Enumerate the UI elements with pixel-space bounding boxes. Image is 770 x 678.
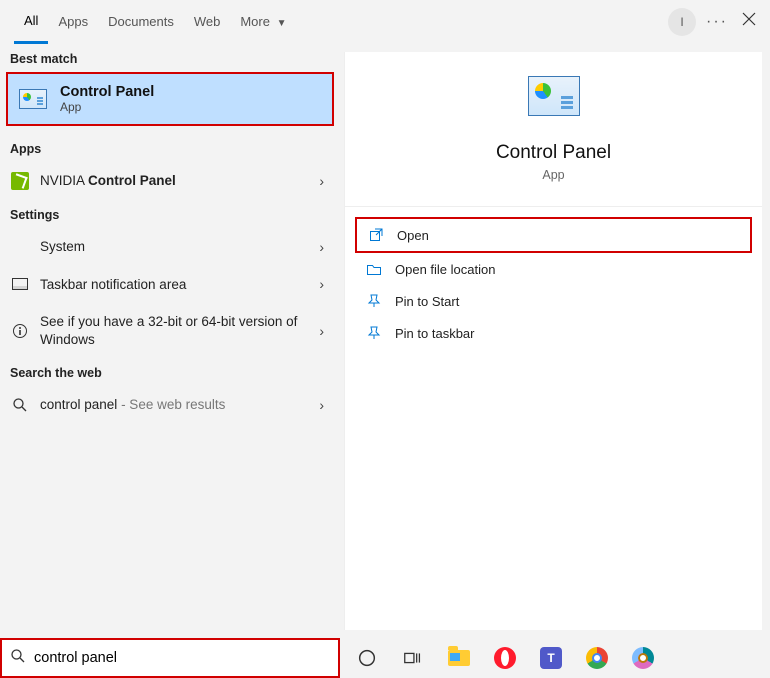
action-open[interactable]: Open	[355, 217, 752, 253]
preview-pane: Control Panel App Open Open file locatio…	[344, 52, 762, 630]
close-button[interactable]	[742, 12, 756, 31]
control-panel-icon	[528, 76, 580, 116]
pin-icon	[365, 325, 383, 341]
tab-apps[interactable]: Apps	[48, 0, 98, 44]
best-match-item[interactable]: Control Panel App	[6, 72, 334, 126]
section-best-match: Best match	[0, 44, 340, 72]
tab-more[interactable]: More ▼	[230, 0, 296, 44]
section-search-web: Search the web	[0, 358, 340, 386]
pin-icon	[365, 293, 383, 309]
main-area: Best match Control Panel App Apps NVIDIA…	[0, 44, 770, 638]
section-apps: Apps	[0, 134, 340, 162]
tab-web[interactable]: Web	[184, 0, 231, 44]
cortana-icon[interactable]	[354, 645, 380, 671]
avatar[interactable]: I	[668, 8, 696, 36]
chevron-right-icon: ›	[319, 397, 330, 413]
taskbar: T	[340, 638, 770, 678]
file-explorer-icon[interactable]	[446, 645, 472, 671]
action-open-file-location[interactable]: Open file location	[355, 253, 752, 285]
best-match-subtitle: App	[60, 100, 154, 114]
search-box[interactable]	[0, 638, 340, 678]
search-icon	[10, 397, 30, 413]
chrome-canary-icon[interactable]	[630, 645, 656, 671]
info-icon	[10, 323, 30, 339]
scope-tabs: All Apps Documents Web More ▼ I ···	[0, 0, 770, 44]
action-label: Pin to taskbar	[395, 326, 475, 341]
nvidia-icon	[10, 172, 30, 190]
teams-icon[interactable]: T	[538, 645, 564, 671]
results-pane: Best match Control Panel App Apps NVIDIA…	[0, 44, 340, 638]
tab-more-label: More	[240, 14, 270, 29]
folder-icon	[365, 261, 383, 277]
control-panel-icon	[18, 87, 48, 111]
web-result-label: control panel - See web results	[40, 396, 313, 414]
chevron-right-icon: ›	[319, 239, 330, 255]
taskbar-icon	[10, 278, 30, 290]
settings-result-32-64-bit[interactable]: See if you have a 32-bit or 64-bit versi…	[0, 303, 340, 358]
preview-subtitle: App	[345, 168, 762, 207]
chevron-right-icon: ›	[319, 173, 330, 189]
settings-result-taskbar-notification-area[interactable]: Taskbar notification area ›	[0, 266, 340, 304]
chrome-icon[interactable]	[584, 645, 610, 671]
bottom-bar: T	[0, 638, 770, 678]
tab-documents[interactable]: Documents	[98, 0, 184, 44]
chevron-down-icon: ▼	[277, 18, 287, 29]
open-icon	[367, 227, 385, 243]
preview-title: Control Panel	[345, 142, 762, 164]
action-label: Open file location	[395, 262, 495, 277]
section-settings: Settings	[0, 200, 340, 228]
opera-icon[interactable]	[492, 645, 518, 671]
start-search-window: All Apps Documents Web More ▼ I ··· Best…	[0, 0, 770, 678]
task-view-icon[interactable]	[400, 645, 426, 671]
action-pin-to-taskbar[interactable]: Pin to taskbar	[355, 317, 752, 349]
options-button[interactable]: ···	[706, 13, 728, 31]
chevron-right-icon: ›	[319, 323, 330, 339]
action-label: Open	[397, 228, 429, 243]
app-result-nvidia-control-panel[interactable]: NVIDIA Control Panel ›	[0, 162, 340, 200]
chevron-right-icon: ›	[319, 276, 330, 292]
action-pin-to-start[interactable]: Pin to Start	[355, 285, 752, 317]
settings-result-label: Taskbar notification area	[40, 276, 313, 294]
action-label: Pin to Start	[395, 294, 459, 309]
settings-result-system[interactable]: System ›	[0, 228, 340, 266]
search-icon	[10, 648, 26, 669]
search-input[interactable]	[34, 650, 330, 666]
web-result-control-panel[interactable]: control panel - See web results ›	[0, 386, 340, 424]
preview-actions: Open Open file location Pin to Start	[345, 207, 762, 359]
best-match-text: Control Panel App	[60, 84, 154, 114]
best-match-title: Control Panel	[60, 84, 154, 100]
tab-all[interactable]: All	[14, 0, 48, 44]
settings-result-label: System	[40, 238, 313, 256]
close-icon	[742, 12, 756, 26]
app-result-label: NVIDIA Control Panel	[40, 172, 313, 190]
settings-result-label: See if you have a 32-bit or 64-bit versi…	[40, 313, 313, 348]
